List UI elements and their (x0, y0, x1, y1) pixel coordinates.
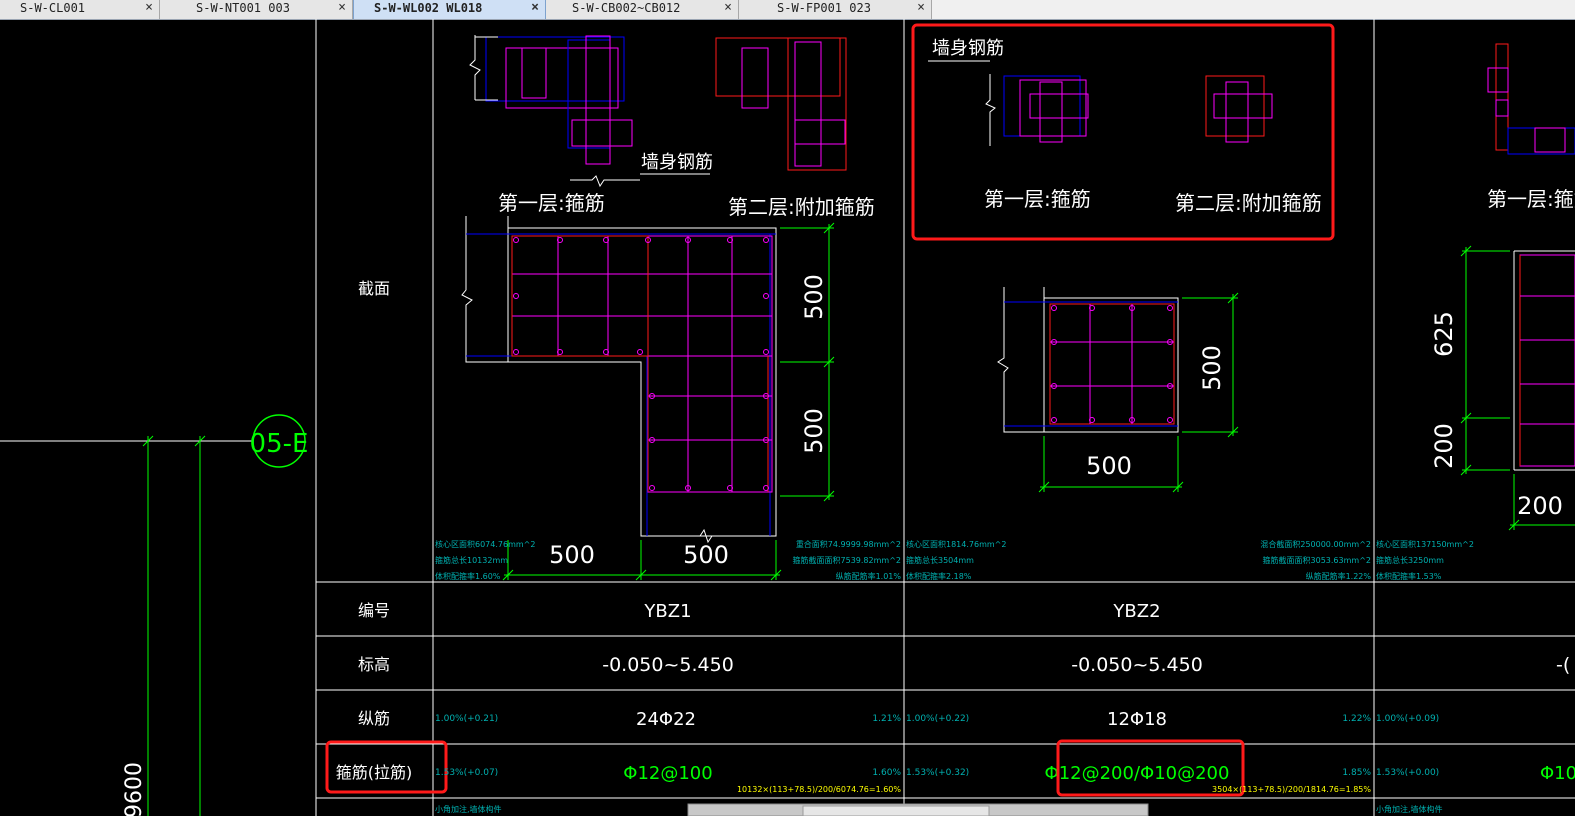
footnote-right: 小角加注,墙体构件 (1376, 804, 1443, 814)
cad-drawing-canvas[interactable]: 05-E 9600 截面 编号 标高 纵筋 箍筋(拉筋) 墙身钢筋 第一层:箍筋… (0, 19, 1575, 816)
left-dimension-9600: 9600 (122, 762, 147, 816)
ybz2-dim-bottom: 500 (1086, 452, 1132, 480)
ybz2-note-f: 纵筋配筋率1.22% (1306, 571, 1372, 581)
col3-dim-200-vertical: 200 (1430, 423, 1458, 469)
row-label-stirrups: 箍筋(拉筋) (336, 763, 413, 782)
col3-note-a: 核心区面积137150mm^2 (1376, 539, 1474, 549)
col3-note-c: 体积配箍率1.53% (1376, 571, 1442, 581)
tab-s-w-nt001[interactable]: S-W-NT001 003 × (160, 0, 353, 19)
ybz1-stirrups-ratio-right: 1.60% (872, 768, 901, 778)
ybz1-long-bars: 24Φ22 (636, 709, 696, 730)
ybz1-note-d: 重合面积74.9999.98mm^2 (796, 539, 901, 549)
col3-layer1-label: 第一层:箍筋 (1487, 187, 1575, 211)
close-icon[interactable]: × (724, 0, 732, 15)
ybz1-stirrups: Φ12@100 (623, 763, 712, 784)
tab-s-w-fp001[interactable]: S-W-FP001 023 × (739, 0, 932, 19)
row-label-section: 截面 (358, 279, 390, 298)
ybz2-note-e: 箍筋截面面积3053.63mm^2 (1263, 555, 1371, 565)
ybz1-note-f: 纵筋配筋率1.01% (836, 571, 902, 581)
ybz1-stirrups-ratio-left: 1.53%(+0.07) (435, 768, 498, 778)
ybz1-elevation: -0.050~5.450 (602, 654, 734, 676)
ybz2-stirrups-ratio-right: 1.85% (1342, 768, 1371, 778)
ybz2-note-a: 核心区面积1814.76mm^2 (906, 539, 1006, 549)
row-label-elevation: 标高 (358, 655, 390, 674)
tab-label: S-W-CB002~CB012 (572, 1, 681, 15)
ybz1-wall-rebar-label: 墙身钢筋 (641, 152, 713, 173)
ybz2-note-b: 箍筋总长3504mm (906, 555, 974, 565)
ybz1-dim-bottom-left: 500 (549, 541, 595, 569)
ybz1-long-bars-ratio-left: 1.00%(+0.21) (435, 714, 498, 724)
col3-section-drawing (1460, 245, 1575, 531)
ybz1-note-c: 体积配箍率1.60% (435, 571, 501, 581)
ybz2-stirrups: Φ12@200/Φ10@200 (1045, 763, 1230, 784)
ybz2-long-bars-ratio-left: 1.00%(+0.22) (906, 714, 969, 724)
ybz2-long-bars: 12Φ18 (1107, 709, 1167, 730)
ybz1-id: YBZ1 (643, 601, 691, 622)
col3-stirrups-ratio-left: 1.53%(+0.00) (1376, 768, 1439, 778)
axis-dimension-lines (142, 435, 206, 816)
col3-elevation-fragment: -( (1556, 654, 1570, 676)
ybz1-dim-right-top: 500 (800, 274, 828, 320)
footnote-left: 小角加注,墙体构件 (435, 804, 502, 814)
ybz2-layer1-label: 第一层:箍筋 (984, 187, 1091, 211)
row-label-id: 编号 (358, 601, 390, 620)
ybz1-dim-right-bottom: 500 (800, 408, 828, 454)
ybz2-stirrups-ratio-left: 1.53%(+0.32) (906, 768, 969, 778)
col3-dim-200-horizontal: 200 (1517, 492, 1563, 520)
ybz1-stirrups-calc: 10132×(113+78.5)/200/6074.76=1.60% (737, 785, 901, 794)
col3-dim-625: 625 (1430, 311, 1458, 357)
ybz1-dim-bottom-right: 500 (683, 541, 729, 569)
tab-label: S-W-WL002 WL018 (374, 1, 483, 15)
scrollbar-thumb[interactable] (802, 805, 990, 816)
row-label-long-bars: 纵筋 (358, 709, 390, 728)
ybz2-dim-right: 500 (1198, 345, 1226, 391)
tab-bar: S-W-CL001 × S-W-NT001 003 × S-W-WL002 WL… (0, 0, 1575, 20)
ybz2-long-bars-ratio-right: 1.22% (1342, 714, 1371, 724)
ybz2-note-c: 体积配箍率2.18% (906, 571, 972, 581)
close-icon[interactable]: × (145, 0, 153, 15)
close-icon[interactable]: × (531, 0, 539, 15)
schedule-grid (315, 19, 1575, 816)
ybz1-layer1-label: 第一层:箍筋 (498, 191, 605, 215)
ybz2-stirrups-calc: 3504×(113+78.5)/200/1814.76=1.85% (1212, 785, 1371, 794)
ybz1-note-a: 核心区面积6074.76mm^2 (435, 539, 535, 549)
col3-stirrups-fragment: Φ10 (1540, 763, 1575, 784)
close-icon[interactable]: × (338, 0, 346, 15)
ybz2-wall-rebar-label: 墙身钢筋 (932, 38, 1004, 59)
tab-s-w-cl001[interactable]: S-W-CL001 × (0, 0, 160, 19)
ybz2-elevation: -0.050~5.450 (1071, 654, 1203, 676)
ybz2-id: YBZ2 (1112, 601, 1160, 622)
tab-label: S-W-NT001 003 (196, 1, 290, 15)
ybz1-section-drawing (461, 216, 835, 581)
col3-long-bars-ratio-left: 1.00%(+0.09) (1376, 714, 1439, 724)
ybz2-legend-drawing (928, 60, 1273, 146)
col3-note-b: 箍筋总长3250mm (1376, 555, 1444, 565)
close-icon[interactable]: × (917, 0, 925, 15)
ybz1-note-e: 箍筋截面面积7539.82mm^2 (793, 555, 901, 565)
ybz1-long-bars-ratio-right: 1.21% (872, 714, 901, 724)
tab-label: S-W-CL001 (20, 1, 86, 15)
ybz2-note-d: 混合截面积250000.00mm^2 (1260, 539, 1371, 549)
axis-bubble-label: 05-E (250, 429, 309, 459)
ybz2-layer2-label: 第二层:附加箍筋 (1175, 191, 1322, 215)
ybz1-legend-extra (715, 37, 847, 171)
ybz1-layer2-label: 第二层:附加箍筋 (728, 195, 875, 219)
tab-s-w-cb002[interactable]: S-W-CB002~CB012 × (546, 0, 739, 19)
col3-legend-drawing (1487, 43, 1575, 155)
tab-s-w-wl002[interactable]: S-W-WL002 WL018 × (353, 0, 546, 19)
ybz1-note-b: 箍筋总长10132mm (435, 555, 508, 565)
tab-label: S-W-FP001 023 (777, 1, 871, 15)
